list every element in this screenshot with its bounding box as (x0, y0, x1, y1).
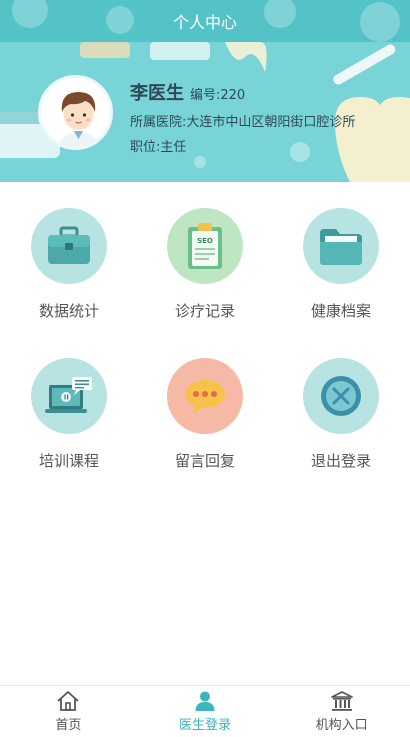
menu-item-statistics[interactable]: 数据统计 (9, 182, 129, 322)
briefcase-icon (31, 208, 107, 284)
menu-item-messages[interactable]: 留言回复 (145, 332, 265, 472)
tab-doctor-login[interactable]: 医生登录 (137, 686, 274, 737)
bottom-tab-bar: 首页 医生登录 机构入口 (0, 685, 410, 737)
menu-label-messages: 留言回复 (174, 452, 235, 470)
tab-institution[interactable]: 机构入口 (273, 686, 410, 737)
menu-label-health-archive: 健康档案 (310, 302, 371, 320)
doctor-name: 李医生 (130, 83, 184, 104)
folder-icon (303, 208, 379, 284)
home-icon (57, 691, 79, 711)
profile-info: 李医生 编号:220 所属医院:大连市中山区朝阳街口腔诊所 职位:主任 (130, 79, 355, 155)
institution-icon (330, 691, 353, 711)
menu-item-records[interactable]: SEO 诊疗记录 (145, 182, 265, 322)
top-bar: 个人中心 (0, 0, 410, 42)
page-title: 个人中心 (172, 13, 237, 32)
tab-label-doctor-login: 医生登录 (179, 718, 232, 733)
doctor-hospital: 所属医院:大连市中山区朝阳街口腔诊所 (130, 115, 356, 130)
menu-label-training: 培训课程 (38, 452, 99, 470)
menu-label-records: 诊疗记录 (174, 302, 235, 320)
doctor-number: 编号:220 (190, 88, 246, 103)
profile-banner: 李医生 编号:220 所属医院:大连市中山区朝阳街口腔诊所 职位:主任 (0, 42, 410, 182)
clipboard-icon: SEO (167, 208, 243, 284)
doctor-avatar (38, 75, 113, 150)
chat-bubble-icon (167, 358, 243, 434)
exit-icon (303, 358, 379, 434)
menu-label-statistics: 数据统计 (38, 302, 99, 320)
menu-item-logout[interactable]: 退出登录 (281, 332, 401, 472)
tab-label-institution: 机构入口 (315, 718, 368, 733)
svg-text:SEO: SEO (197, 237, 213, 245)
menu-label-logout: 退出登录 (310, 452, 371, 470)
doctor-position: 职位:主任 (130, 140, 187, 155)
laptop-icon (31, 358, 107, 434)
menu-item-training[interactable]: 培训课程 (9, 332, 129, 472)
menu-item-health-archive[interactable]: 健康档案 (281, 182, 401, 322)
tab-home[interactable]: 首页 (0, 686, 137, 737)
tab-label-home: 首页 (55, 718, 82, 733)
person-icon (195, 691, 215, 711)
